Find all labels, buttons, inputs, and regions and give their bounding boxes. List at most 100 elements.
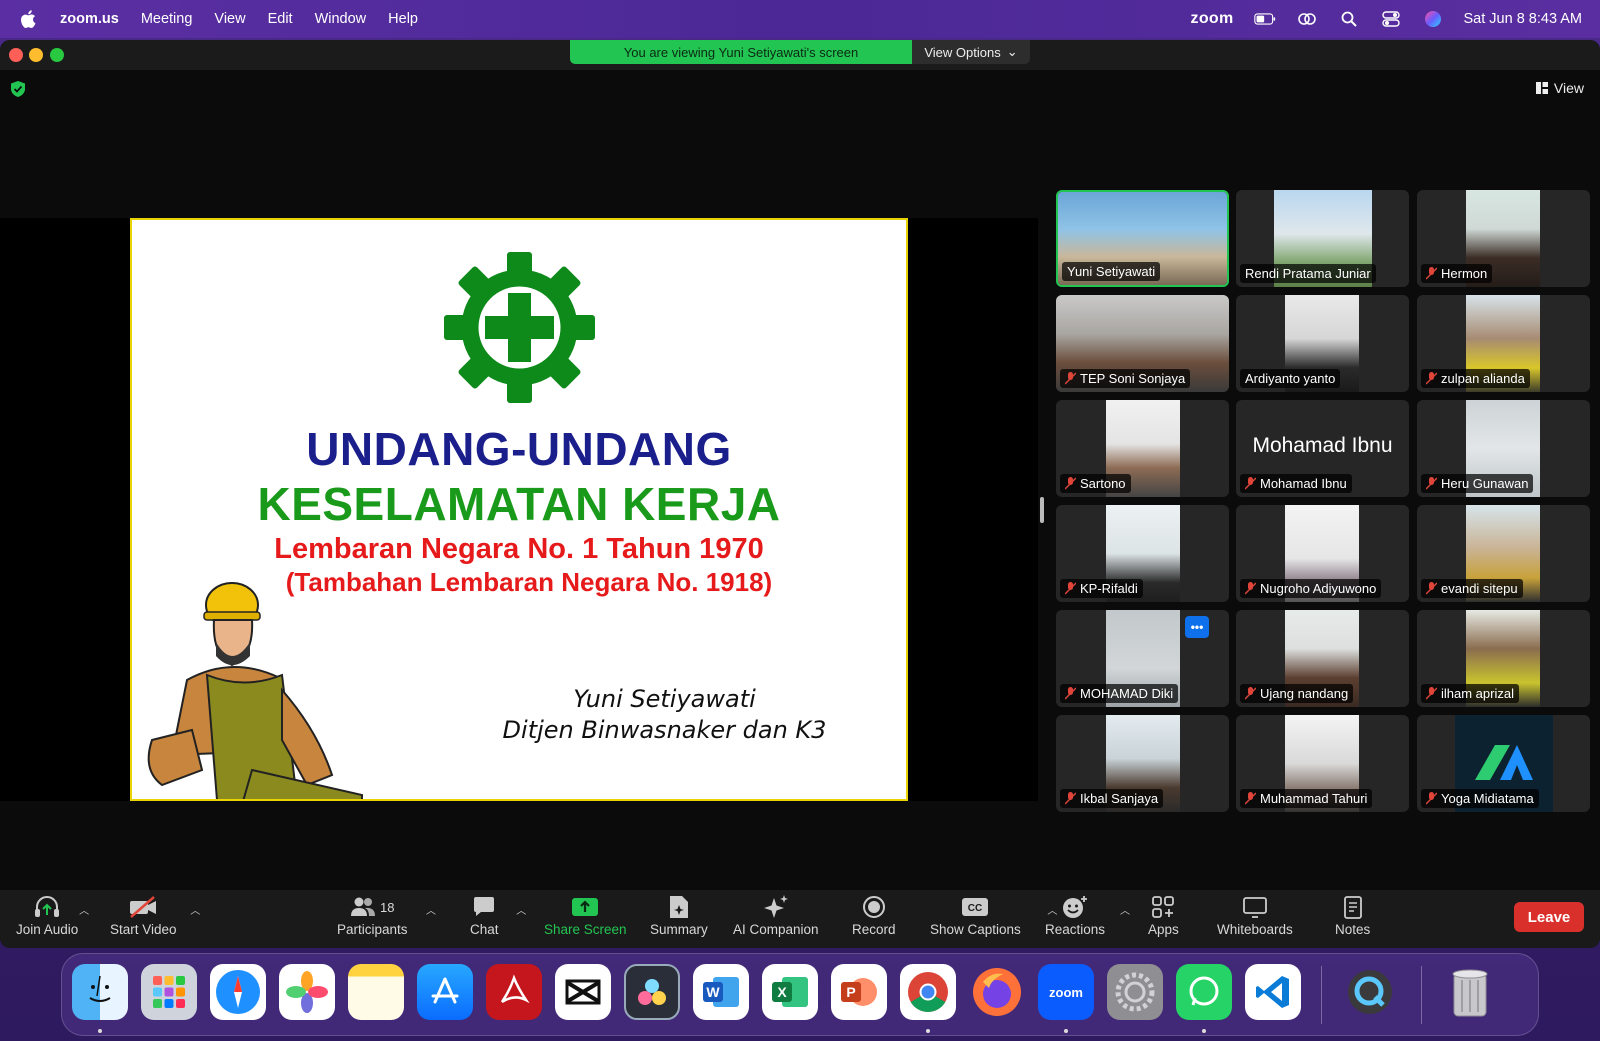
notes-app-icon[interactable] xyxy=(348,964,404,1020)
apps-grid-icon xyxy=(1152,896,1175,918)
word-icon[interactable]: W xyxy=(693,964,749,1020)
quicktime-icon[interactable] xyxy=(1342,964,1398,1020)
siri-icon[interactable] xyxy=(1422,10,1444,28)
participant-name: Mohamad Ibnu xyxy=(1240,474,1352,493)
video-tile[interactable]: Hermon xyxy=(1417,190,1590,287)
mic-muted-icon xyxy=(1065,582,1076,595)
safari-icon[interactable] xyxy=(210,964,266,1020)
video-tile[interactable]: Heru Gunawan xyxy=(1417,400,1590,497)
whiteboards-label: Whiteboards xyxy=(1217,922,1293,937)
menu-app-name[interactable]: zoom.us xyxy=(60,11,119,27)
show-captions-label: Show Captions xyxy=(930,922,1021,937)
video-tile[interactable]: Muhammad Tahuri xyxy=(1236,715,1409,812)
menu-meeting[interactable]: Meeting xyxy=(141,11,193,27)
leave-meeting-button[interactable]: Leave xyxy=(1514,902,1584,932)
clock-datetime[interactable]: Sat Jun 8 8:43 AM xyxy=(1464,11,1583,27)
excel-icon[interactable]: X xyxy=(762,964,818,1020)
zoom-status-label[interactable]: zoom xyxy=(1191,10,1234,28)
trash-icon[interactable] xyxy=(1442,964,1498,1020)
davinci-resolve-icon[interactable] xyxy=(624,964,680,1020)
video-tile[interactable]: Nugroho Adiyuwono xyxy=(1236,505,1409,602)
chat-button[interactable]: ︿ Chat xyxy=(470,894,526,937)
chrome-icon[interactable] xyxy=(900,964,956,1020)
video-tile[interactable]: Rendi Pratama Juniar xyxy=(1236,190,1409,287)
participant-name: Ardiyanto yanto xyxy=(1240,369,1341,388)
mic-muted-icon xyxy=(1426,477,1437,490)
participants-button[interactable]: 18 ︿ Participants xyxy=(337,894,436,937)
share-screen-button[interactable]: Share Screen xyxy=(544,894,627,937)
svg-text:W: W xyxy=(706,984,720,1000)
photos-icon[interactable] xyxy=(279,964,335,1020)
mic-muted-icon xyxy=(1065,372,1076,385)
powerpoint-icon[interactable]: P xyxy=(831,964,887,1020)
battery-icon[interactable] xyxy=(1253,10,1276,28)
join-audio-caret-icon[interactable]: ︿ xyxy=(79,902,89,917)
app-store-icon[interactable] xyxy=(417,964,473,1020)
view-label: View xyxy=(1553,80,1584,96)
whatsapp-icon[interactable] xyxy=(1176,964,1232,1020)
video-tile[interactable]: Ikbal Sanjaya xyxy=(1056,715,1229,812)
vscode-icon[interactable] xyxy=(1245,964,1301,1020)
video-tile[interactable]: Yuni Setiyawati xyxy=(1056,190,1229,287)
video-tile[interactable]: Yoga Midiatama xyxy=(1417,715,1590,812)
menu-edit[interactable]: Edit xyxy=(268,11,293,27)
mic-muted-icon xyxy=(1065,792,1076,805)
control-center-icon[interactable] xyxy=(1380,10,1402,28)
reactions-emoji-icon xyxy=(1063,896,1088,918)
minimize-window-button[interactable] xyxy=(29,48,43,62)
menu-window[interactable]: Window xyxy=(315,11,367,27)
start-video-button[interactable]: ︿ Start Video xyxy=(110,894,200,937)
dock-separator xyxy=(1321,966,1322,1024)
menu-help[interactable]: Help xyxy=(388,11,418,27)
fullscreen-window-button[interactable] xyxy=(50,48,64,62)
more-options-button[interactable]: ••• xyxy=(1185,616,1209,638)
share-screen-label: Share Screen xyxy=(544,922,627,937)
apps-button[interactable]: Apps xyxy=(1148,894,1179,937)
acrobat-icon[interactable] xyxy=(486,964,542,1020)
zoom-app-icon[interactable]: zoom xyxy=(1038,964,1094,1020)
record-button[interactable]: Record xyxy=(852,894,896,937)
firefox-icon[interactable] xyxy=(969,964,1025,1020)
menu-view[interactable]: View xyxy=(214,11,245,27)
svg-text:P: P xyxy=(846,984,855,1000)
close-window-button[interactable] xyxy=(9,48,23,62)
notes-button[interactable]: Notes xyxy=(1335,894,1370,937)
participants-caret-icon[interactable]: ︿ xyxy=(426,902,436,917)
participant-name: ilham aprizal xyxy=(1421,684,1519,703)
show-captions-button[interactable]: CC ︿ Show Captions xyxy=(930,894,1057,937)
capcut-icon[interactable] xyxy=(555,964,611,1020)
running-indicator xyxy=(98,1029,102,1033)
launchpad-icon[interactable] xyxy=(141,964,197,1020)
video-tile[interactable]: KP-Rifaldi xyxy=(1056,505,1229,602)
screen-mirroring-icon[interactable] xyxy=(1296,10,1318,28)
system-settings-icon[interactable] xyxy=(1107,964,1163,1020)
video-tile[interactable]: Ujang nandang xyxy=(1236,610,1409,707)
join-audio-button[interactable]: ︿ Join Audio xyxy=(16,894,89,937)
finder-icon[interactable] xyxy=(72,964,128,1020)
apple-icon[interactable] xyxy=(18,8,40,30)
ai-companion-button[interactable]: AI Companion xyxy=(733,894,819,937)
video-tile[interactable]: ••• MOHAMAD Diki xyxy=(1056,610,1229,707)
summary-document-icon xyxy=(669,896,688,918)
participant-name: evandi sitepu xyxy=(1421,579,1523,598)
participant-name: Sartono xyxy=(1060,474,1131,493)
panel-resize-handle[interactable] xyxy=(1040,497,1044,523)
summary-button[interactable]: Summary xyxy=(650,894,708,937)
reactions-button[interactable]: ︿ Reactions xyxy=(1045,894,1130,937)
video-tile[interactable]: zulpan alianda xyxy=(1417,295,1590,392)
video-tile[interactable]: Ardiyanto yanto xyxy=(1236,295,1409,392)
start-video-caret-icon[interactable]: ︿ xyxy=(190,902,200,917)
participant-name: Ujang nandang xyxy=(1240,684,1354,703)
view-options-button[interactable]: View Options ⌄ xyxy=(912,40,1030,64)
whiteboards-button[interactable]: Whiteboards xyxy=(1217,894,1293,937)
video-tile[interactable]: TEP Soni Sonjaya xyxy=(1056,295,1229,392)
video-tile[interactable]: evandi sitepu xyxy=(1417,505,1590,602)
video-tile[interactable]: Sartono xyxy=(1056,400,1229,497)
view-layout-button[interactable]: View xyxy=(1535,80,1584,96)
video-tile[interactable]: Mohamad Ibnu Mohamad Ibnu xyxy=(1236,400,1409,497)
reactions-caret-icon[interactable]: ︿ xyxy=(1120,902,1130,917)
security-shield-icon[interactable] xyxy=(10,80,26,98)
search-icon[interactable] xyxy=(1338,10,1360,28)
chat-caret-icon[interactable]: ︿ xyxy=(516,902,526,917)
video-tile[interactable]: ilham aprizal xyxy=(1417,610,1590,707)
